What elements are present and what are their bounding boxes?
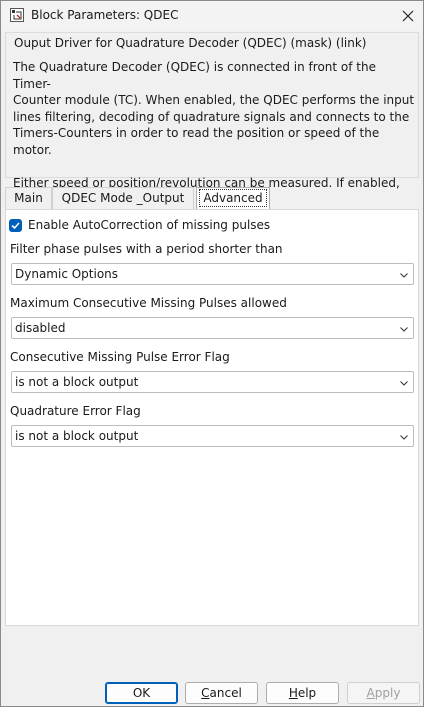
- tab-qdec-mode-output[interactable]: QDEC Mode _Output: [52, 187, 194, 209]
- tab-label: Advanced: [199, 189, 267, 207]
- autocorrect-row[interactable]: Enable AutoCorrection of missing pulses: [9, 217, 270, 233]
- tab-label: QDEC Mode _Output: [61, 191, 185, 205]
- apply-button[interactable]: Apply: [347, 682, 420, 704]
- tab-advanced[interactable]: Advanced: [196, 187, 270, 210]
- filter-value: Dynamic Options: [15, 267, 119, 281]
- chevron-down-icon: [400, 327, 408, 332]
- ok-button[interactable]: OK: [105, 682, 178, 704]
- close-button[interactable]: [393, 1, 423, 31]
- window-title: Block Parameters: QDEC: [31, 8, 179, 22]
- tab-label: Main: [14, 191, 43, 205]
- quad-error-label: Quadrature Error Flag: [10, 404, 141, 418]
- missing-flag-value: is not a block output: [15, 375, 139, 389]
- chevron-down-icon: [400, 435, 408, 440]
- filter-label: Filter phase pulses with a period shorte…: [10, 242, 283, 256]
- autocorrect-label: Enable AutoCorrection of missing pulses: [28, 218, 271, 232]
- advanced-panel: Enable AutoCorrection of missing pulses …: [5, 209, 419, 626]
- chevron-down-icon: [400, 381, 408, 386]
- close-icon: [402, 10, 414, 22]
- title-bar: Block Parameters: QDEC: [1, 1, 423, 31]
- mask-description-group: Ouput Driver for Quadrature Decoder (QDE…: [5, 32, 419, 223]
- block-parameters-icon: [10, 8, 24, 22]
- autocorrect-checkbox[interactable]: [9, 218, 22, 232]
- max-missing-label: Maximum Consecutive Missing Pulses allow…: [10, 296, 287, 310]
- help-button[interactable]: Help: [266, 682, 339, 704]
- max-missing-select[interactable]: disabled: [11, 317, 414, 339]
- checkmark-icon: [11, 221, 20, 229]
- tab-bar: Main QDEC Mode _Output Advanced: [5, 187, 419, 210]
- max-missing-value: disabled: [15, 321, 66, 335]
- cancel-button[interactable]: Cancel: [185, 682, 258, 704]
- dialog-window: Block Parameters: QDEC Ouput Driver for …: [0, 0, 424, 707]
- filter-select[interactable]: Dynamic Options: [11, 263, 414, 285]
- quad-error-value: is not a block output: [15, 429, 139, 443]
- missing-flag-label: Consecutive Missing Pulse Error Flag: [10, 350, 230, 364]
- mask-title: Ouput Driver for Quadrature Decoder (QDE…: [14, 36, 367, 50]
- chevron-down-icon: [400, 273, 408, 278]
- quad-error-select[interactable]: is not a block output: [11, 425, 414, 447]
- tab-main[interactable]: Main: [5, 187, 52, 209]
- missing-flag-select[interactable]: is not a block output: [11, 371, 414, 393]
